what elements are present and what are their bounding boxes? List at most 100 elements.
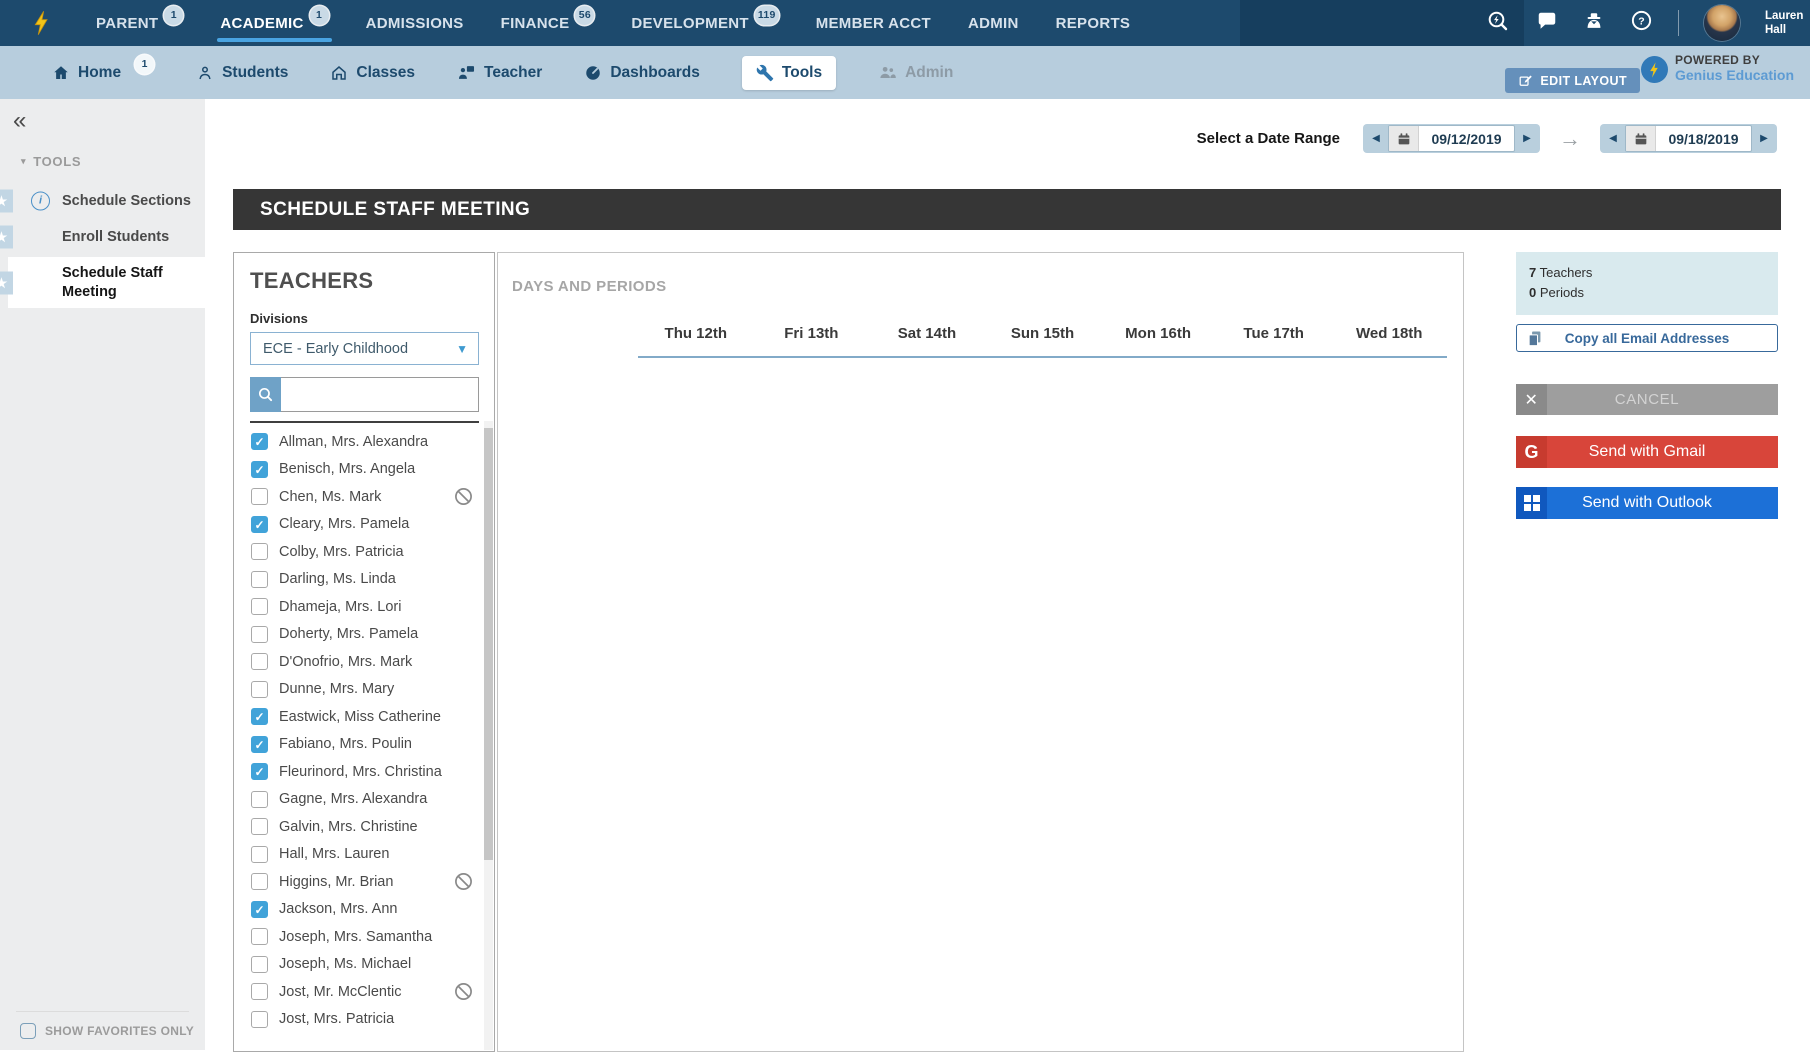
teacher-row[interactable]: Higgins, Mr. Brian: [250, 868, 479, 896]
global-search-bar[interactable]: [1240, 0, 1524, 46]
date-range-label: Select a Date Range: [1197, 130, 1340, 147]
send-gmail-button[interactable]: G Send with Gmail: [1516, 436, 1778, 468]
teacher-checkbox[interactable]: [251, 653, 268, 670]
favorite-star-icon[interactable]: ★: [0, 226, 13, 249]
end-date-prev-button[interactable]: ◀: [1601, 133, 1625, 144]
teacher-name: Darling, Ms. Linda: [279, 571, 396, 587]
top-nav-item-admissions[interactable]: ADMISSIONS: [366, 0, 464, 46]
teacher-row[interactable]: Joseph, Ms. Michael: [250, 951, 479, 979]
cancel-button[interactable]: ✕ CANCEL: [1516, 384, 1778, 415]
teacher-checkbox[interactable]: [251, 598, 268, 615]
sidebar-item-schedule-staff-meeting[interactable]: ★Schedule Staff Meeting: [8, 257, 205, 309]
teacher-row[interactable]: Darling, Ms. Linda: [250, 566, 479, 594]
favorites-checkbox[interactable]: [20, 1023, 36, 1039]
teacher-checkbox[interactable]: [251, 681, 268, 698]
teacher-row[interactable]: ✓Allman, Mrs. Alexandra: [250, 428, 479, 456]
teacher-checkbox[interactable]: [251, 1011, 268, 1028]
teacher-checkbox[interactable]: [251, 928, 268, 945]
tab-tools[interactable]: Tools: [742, 56, 836, 90]
teacher-row[interactable]: Jost, Mr. McClentic: [250, 978, 479, 1006]
app-logo-bolt-icon[interactable]: [32, 8, 52, 38]
user-avatar[interactable]: [1704, 5, 1740, 41]
incognito-user-icon[interactable]: [1583, 10, 1605, 37]
teacher-checkbox[interactable]: ✓: [251, 461, 268, 478]
sidebar-section-tools[interactable]: ▾ TOOLS: [21, 154, 81, 169]
teacher-row[interactable]: ✓Fabiano, Mrs. Poulin: [250, 731, 479, 759]
teacher-checkbox[interactable]: ✓: [251, 433, 268, 450]
calendar-icon[interactable]: [1626, 126, 1656, 151]
teacher-row[interactable]: Hall, Mrs. Lauren: [250, 841, 479, 869]
start-date-value[interactable]: 09/12/2019: [1419, 131, 1514, 147]
top-nav-item-member-acct[interactable]: MEMBER ACCT: [816, 0, 931, 46]
teacher-checkbox[interactable]: [251, 571, 268, 588]
teacher-checkbox[interactable]: [251, 488, 268, 505]
start-date-next-button[interactable]: ▶: [1515, 133, 1539, 144]
teacher-checkbox[interactable]: ✓: [251, 736, 268, 753]
favorite-star-icon[interactable]: ★: [0, 190, 13, 213]
teacher-checkbox[interactable]: [251, 626, 268, 643]
teacher-row[interactable]: Doherty, Mrs. Pamela: [250, 621, 479, 649]
days-periods-title: DAYS AND PERIODS: [512, 278, 1463, 295]
sidebar-collapse-icon[interactable]: «: [13, 107, 26, 135]
messages-icon[interactable]: [1536, 10, 1558, 37]
teacher-row[interactable]: Galvin, Mrs. Christine: [250, 813, 479, 841]
teacher-row[interactable]: Joseph, Mrs. Samantha: [250, 923, 479, 951]
top-nav-item-finance[interactable]: FINANCE56: [501, 0, 595, 46]
send-outlook-button[interactable]: Send with Outlook: [1516, 487, 1778, 519]
search-bolt-icon[interactable]: [1486, 9, 1510, 38]
top-nav-item-label: DEVELOPMENT: [631, 15, 748, 32]
top-nav-item-reports[interactable]: REPORTS: [1056, 0, 1131, 46]
teacher-row[interactable]: Chen, Ms. Mark: [250, 483, 479, 511]
teacher-checkbox[interactable]: [251, 983, 268, 1000]
end-date-next-button[interactable]: ▶: [1752, 133, 1776, 144]
sidebar-item-schedule-sections[interactable]: ★iSchedule Sections: [0, 185, 205, 218]
teacher-checkbox[interactable]: ✓: [251, 901, 268, 918]
show-favorites-toggle[interactable]: SHOW FAVORITES ONLY: [0, 1012, 205, 1050]
teacher-name: Benisch, Mrs. Angela: [279, 461, 415, 477]
divisions-select[interactable]: ECE - Early Childhood ▼: [250, 332, 479, 365]
teacher-row[interactable]: ✓Cleary, Mrs. Pamela: [250, 511, 479, 539]
top-nav-item-development[interactable]: DEVELOPMENT119: [631, 0, 778, 46]
top-nav-item-admin[interactable]: ADMIN: [968, 0, 1019, 46]
teacher-checkbox[interactable]: ✓: [251, 763, 268, 780]
info-icon[interactable]: i: [31, 192, 50, 211]
teacher-row[interactable]: Dunne, Mrs. Mary: [250, 676, 479, 704]
teacher-row[interactable]: ✓ Jackson, Mrs. Ann: [250, 896, 479, 924]
copy-emails-button[interactable]: Copy all Email Addresses: [1516, 324, 1778, 352]
teacher-name: Jackson, Mrs. Ann: [279, 901, 397, 917]
teacher-row[interactable]: Dhameja, Mrs. Lori: [250, 593, 479, 621]
teacher-checkbox[interactable]: [251, 846, 268, 863]
tab-classes[interactable]: Classes: [330, 64, 415, 82]
help-icon[interactable]: ?: [1630, 9, 1653, 37]
teacher-checkbox[interactable]: ✓: [251, 708, 268, 725]
start-date-prev-button[interactable]: ◀: [1364, 133, 1388, 144]
edit-layout-button[interactable]: EDIT LAYOUT: [1505, 68, 1640, 93]
teacher-checkbox[interactable]: [251, 956, 268, 973]
teacher-row[interactable]: ✓Fleurinord, Mrs. Christina: [250, 758, 479, 786]
tab-home[interactable]: Home1: [52, 63, 154, 82]
sidebar-item-enroll-students[interactable]: ★Enroll Students: [0, 221, 205, 254]
top-nav-item-academic[interactable]: ACADEMIC1: [220, 0, 328, 46]
teacher-checkbox[interactable]: ✓: [251, 516, 268, 533]
calendar-icon[interactable]: [1389, 126, 1419, 151]
teacher-row[interactable]: ✓Eastwick, Miss Catherine: [250, 703, 479, 731]
top-nav-item-parent[interactable]: PARENT1: [96, 0, 183, 46]
teacher-row[interactable]: Colby, Mrs. Patricia: [250, 538, 479, 566]
teacher-row[interactable]: Gagne, Mrs. Alexandra: [250, 786, 479, 814]
teachers-scrollbar[interactable]: [484, 421, 493, 1050]
teacher-checkbox[interactable]: [251, 873, 268, 890]
teacher-checkbox[interactable]: [251, 791, 268, 808]
tab-teacher[interactable]: Teacher: [457, 63, 542, 82]
teacher-search-button[interactable]: [250, 377, 281, 412]
tab-dashboards[interactable]: Dashboards: [584, 64, 700, 82]
teacher-row[interactable]: Jost, Mrs. Patricia: [250, 1006, 479, 1034]
teacher-row[interactable]: ✓ Benisch, Mrs. Angela: [250, 456, 479, 484]
scrollbar-thumb[interactable]: [484, 428, 493, 860]
tab-students[interactable]: Students: [196, 64, 288, 82]
teacher-checkbox[interactable]: [251, 543, 268, 560]
teacher-row[interactable]: D'Onofrio, Mrs. Mark: [250, 648, 479, 676]
favorite-star-icon[interactable]: ★: [0, 271, 13, 294]
end-date-value[interactable]: 09/18/2019: [1656, 131, 1751, 147]
teacher-search-input[interactable]: [281, 377, 479, 412]
teacher-checkbox[interactable]: [251, 818, 268, 835]
